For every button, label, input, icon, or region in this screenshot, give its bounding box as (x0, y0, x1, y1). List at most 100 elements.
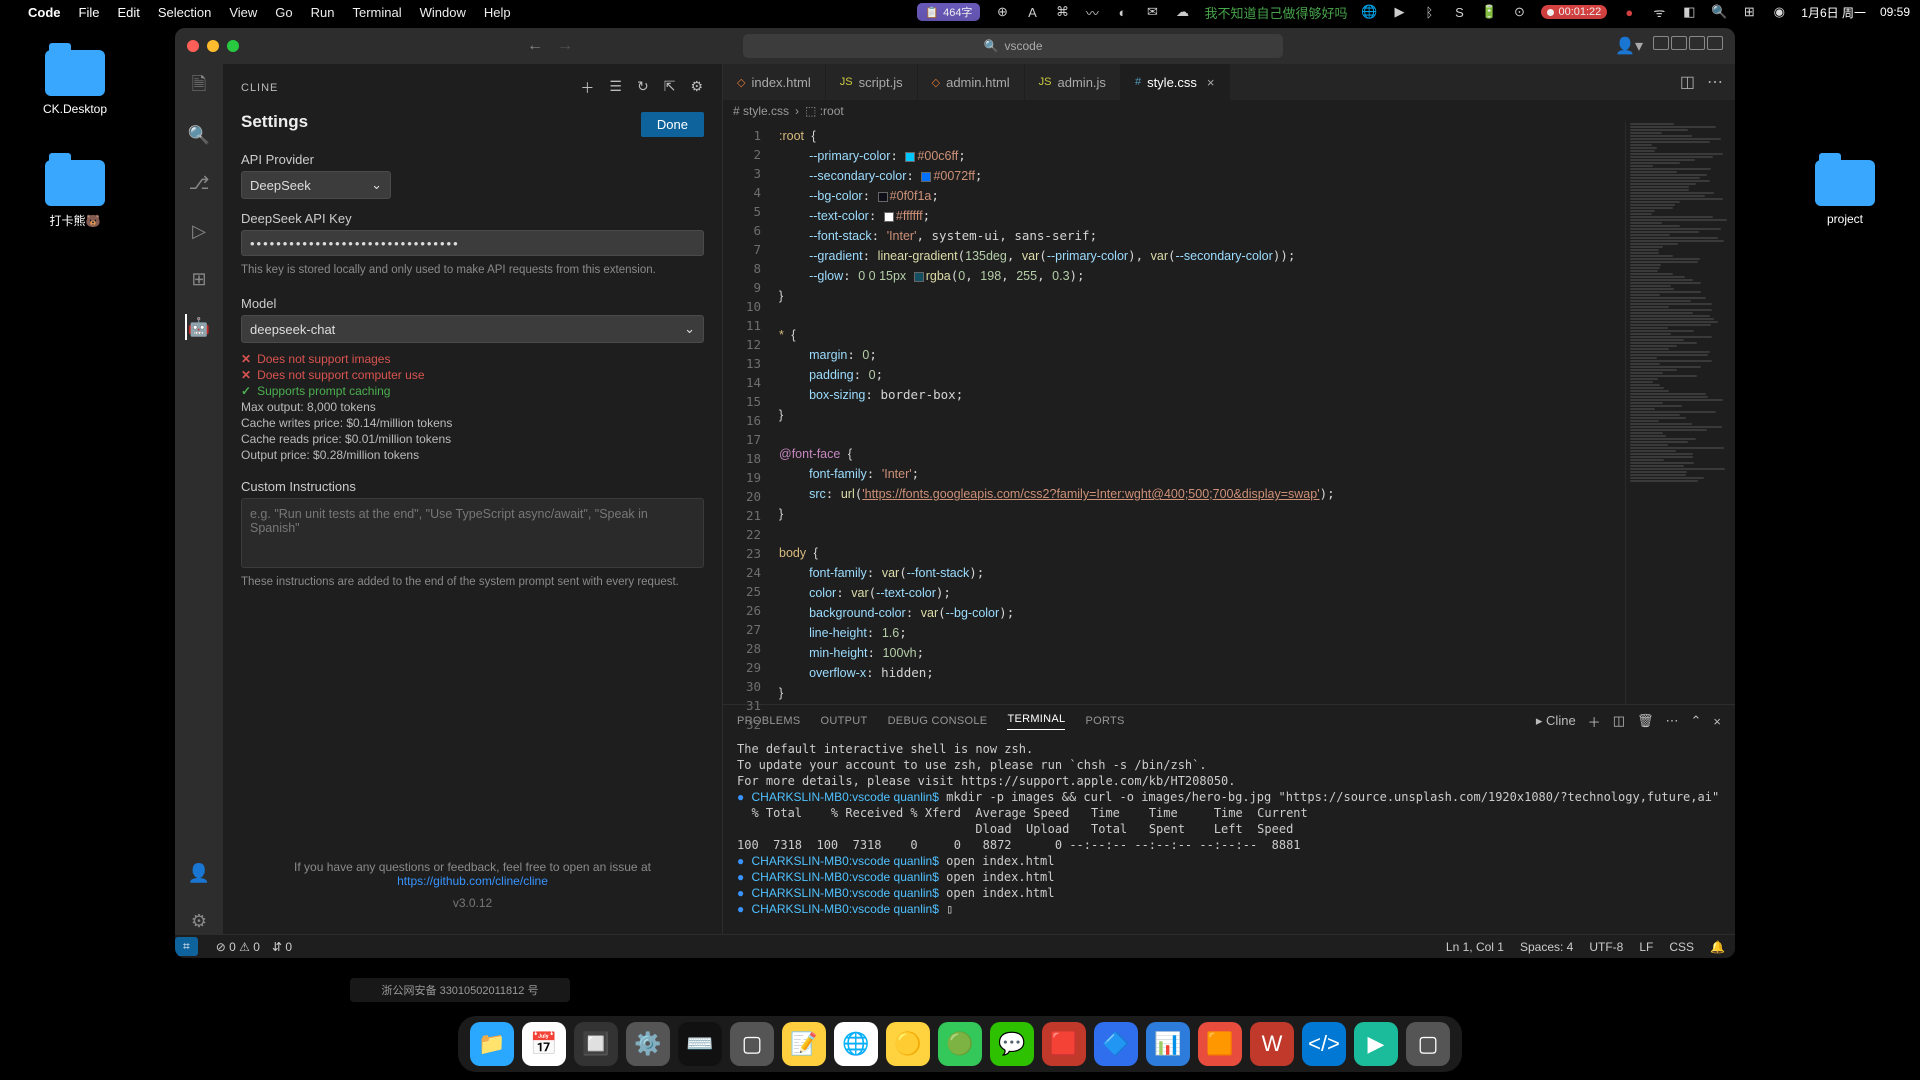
menubar-item[interactable]: Run (311, 5, 335, 20)
close-window[interactable] (187, 40, 199, 52)
dock-app[interactable]: ▢ (1406, 1022, 1450, 1066)
bluetooth-icon[interactable]: ᛒ (1421, 4, 1437, 20)
desktop-folder[interactable]: CK.Desktop (30, 50, 120, 116)
cline-header-icon[interactable]: ＋ (580, 78, 595, 98)
cline-header-icon[interactable]: ⇱ (664, 78, 677, 98)
layout-icon[interactable] (1689, 36, 1705, 50)
status-icon[interactable]: ⌘ (1054, 4, 1070, 20)
editor[interactable]: 1234567891011121314151617181920212223242… (723, 122, 1735, 704)
status-bell-icon[interactable]: 🔔 (1710, 940, 1725, 954)
dock-app[interactable]: 🌐 (834, 1022, 878, 1066)
status-icon[interactable]: ⊙ (1511, 4, 1527, 20)
status-icon[interactable]: ◐ (1114, 4, 1130, 20)
maximize-window[interactable] (227, 40, 239, 52)
editor-tab[interactable]: #style.css× (1121, 64, 1230, 100)
status-icon[interactable]: ☁ (1174, 4, 1190, 20)
nav-back-icon[interactable]: ← (527, 37, 543, 55)
ab-gear-icon[interactable]: ⚙ (186, 908, 212, 934)
terminal-body[interactable]: The default interactive shell is now zsh… (723, 737, 1735, 934)
layout-icon[interactable] (1671, 36, 1687, 50)
dock-app[interactable]: 🟧 (1198, 1022, 1242, 1066)
status-icon[interactable]: ⊕ (994, 4, 1010, 20)
custom-instructions-textarea[interactable]: e.g. "Run unit tests at the end", "Use T… (241, 498, 704, 568)
command-center[interactable]: 🔍 vscode (743, 34, 1283, 58)
ab-files-icon[interactable]: 🗎 (186, 74, 212, 100)
ab-cline-icon[interactable]: 🤖 (185, 314, 211, 340)
dock-app[interactable]: ▶ (1354, 1022, 1398, 1066)
menubar-item[interactable]: Selection (158, 5, 211, 20)
dock-app[interactable]: 📅 (522, 1022, 566, 1066)
terminal-tab[interactable]: PORTS (1085, 715, 1124, 727)
close-icon[interactable]: × (1713, 714, 1721, 729)
desktop-folder[interactable]: 打卡熊🐻 (30, 160, 120, 229)
close-icon[interactable]: × (1207, 75, 1215, 90)
cline-header-icon[interactable]: ↻ (637, 78, 650, 98)
status-spaces[interactable]: Spaces: 4 (1520, 940, 1573, 954)
control-center-icon[interactable]: ⊞ (1741, 4, 1757, 20)
dock-app[interactable]: 💬 (990, 1022, 1034, 1066)
status-icon[interactable]: 🌐 (1361, 4, 1377, 20)
model-select[interactable]: deepseek-chat⌄ (241, 315, 704, 343)
dock-app[interactable]: ⌨️ (678, 1022, 722, 1066)
dock-app[interactable]: ▢ (730, 1022, 774, 1066)
code-area[interactable]: :root { --primary-color: #00c6ff; --seco… (771, 122, 1625, 704)
nav-fwd-icon[interactable]: → (557, 37, 573, 55)
editor-tab[interactable]: ◇admin.html (918, 64, 1025, 100)
chevron-up-icon[interactable]: ⌃ (1691, 713, 1702, 729)
dock-app[interactable]: 🟥 (1042, 1022, 1086, 1066)
layout-icon[interactable] (1653, 36, 1669, 50)
status-icon[interactable]: ✉ (1144, 4, 1160, 20)
ab-account-icon[interactable]: 👤 (186, 860, 212, 886)
siri-icon[interactable]: ◉ (1771, 4, 1787, 20)
cline-github-link[interactable]: https://github.com/cline/cline (397, 874, 548, 888)
menubar-item[interactable]: File (79, 5, 100, 20)
dock-app[interactable]: 🔷 (1094, 1022, 1138, 1066)
status-eol[interactable]: LF (1639, 940, 1653, 954)
record-dot-icon[interactable]: ● (1621, 4, 1637, 20)
dock-app[interactable]: 🔲 (574, 1022, 618, 1066)
new-terminal-icon[interactable]: ＋ (1588, 712, 1601, 731)
status-lang[interactable]: CSS (1669, 940, 1694, 954)
terminal-profile[interactable]: ▸ Cline (1536, 713, 1576, 729)
dock-app[interactable]: 🟡 (886, 1022, 930, 1066)
remote-indicator[interactable]: ⌗ (175, 937, 198, 956)
trash-icon[interactable]: 🗑 (1637, 713, 1654, 729)
api-provider-select[interactable]: DeepSeek⌄ (241, 171, 391, 199)
api-key-input[interactable]: •••••••••••••••••••••••••••••••• (241, 230, 704, 256)
cline-header-icon[interactable]: ☰ (609, 78, 623, 98)
screen-record-pill[interactable]: 00:01:22 (1541, 5, 1607, 19)
dock-app[interactable]: 🟢 (938, 1022, 982, 1066)
more-icon[interactable]: ⋯ (1666, 713, 1679, 729)
status-cursor-pos[interactable]: Ln 1, Col 1 (1446, 940, 1504, 954)
status-encoding[interactable]: UTF-8 (1589, 940, 1623, 954)
menubar-item[interactable]: Go (275, 5, 292, 20)
status-errors[interactable]: ⊘ 0 ⚠ 0 (216, 940, 260, 954)
ab-debug-icon[interactable]: ▷ (186, 218, 212, 244)
ab-search-icon[interactable]: 🔍 (186, 122, 212, 148)
editor-tab[interactable]: ◇index.html (723, 64, 826, 100)
status-icon[interactable]: S (1451, 4, 1467, 20)
editor-tab[interactable]: JSscript.js (826, 64, 918, 100)
split-editor-icon[interactable]: ◫ (1680, 72, 1695, 92)
menubar-item[interactable]: Edit (117, 5, 139, 20)
terminal-tab[interactable]: TERMINAL (1007, 713, 1065, 730)
copilot-icon[interactable]: 👤▾ (1615, 36, 1643, 56)
ab-scm-icon[interactable]: ⎇ (186, 170, 212, 196)
split-terminal-icon[interactable]: ◫ (1613, 713, 1625, 729)
editor-tab[interactable]: JSadmin.js (1025, 64, 1121, 100)
display-icon[interactable]: ◧ (1681, 4, 1697, 20)
dock-app[interactable]: </> (1302, 1022, 1346, 1066)
status-ports[interactable]: ⇵ 0 (272, 940, 292, 954)
menubar-item[interactable]: Terminal (353, 5, 402, 20)
battery-icon[interactable]: 🔋 (1481, 4, 1497, 20)
more-icon[interactable]: ⋯ (1707, 72, 1723, 92)
menubar-date[interactable]: 1月6日 周一 (1801, 4, 1866, 21)
terminal-tab[interactable]: DEBUG CONSOLE (888, 715, 988, 727)
menubar-item[interactable]: Help (484, 5, 511, 20)
menubar-item[interactable]: Window (420, 5, 466, 20)
layout-icon[interactable] (1707, 36, 1723, 50)
menubar-item[interactable]: View (229, 5, 257, 20)
minimize-window[interactable] (207, 40, 219, 52)
terminal-tab[interactable]: OUTPUT (821, 715, 868, 727)
dock-app[interactable]: ⚙️ (626, 1022, 670, 1066)
